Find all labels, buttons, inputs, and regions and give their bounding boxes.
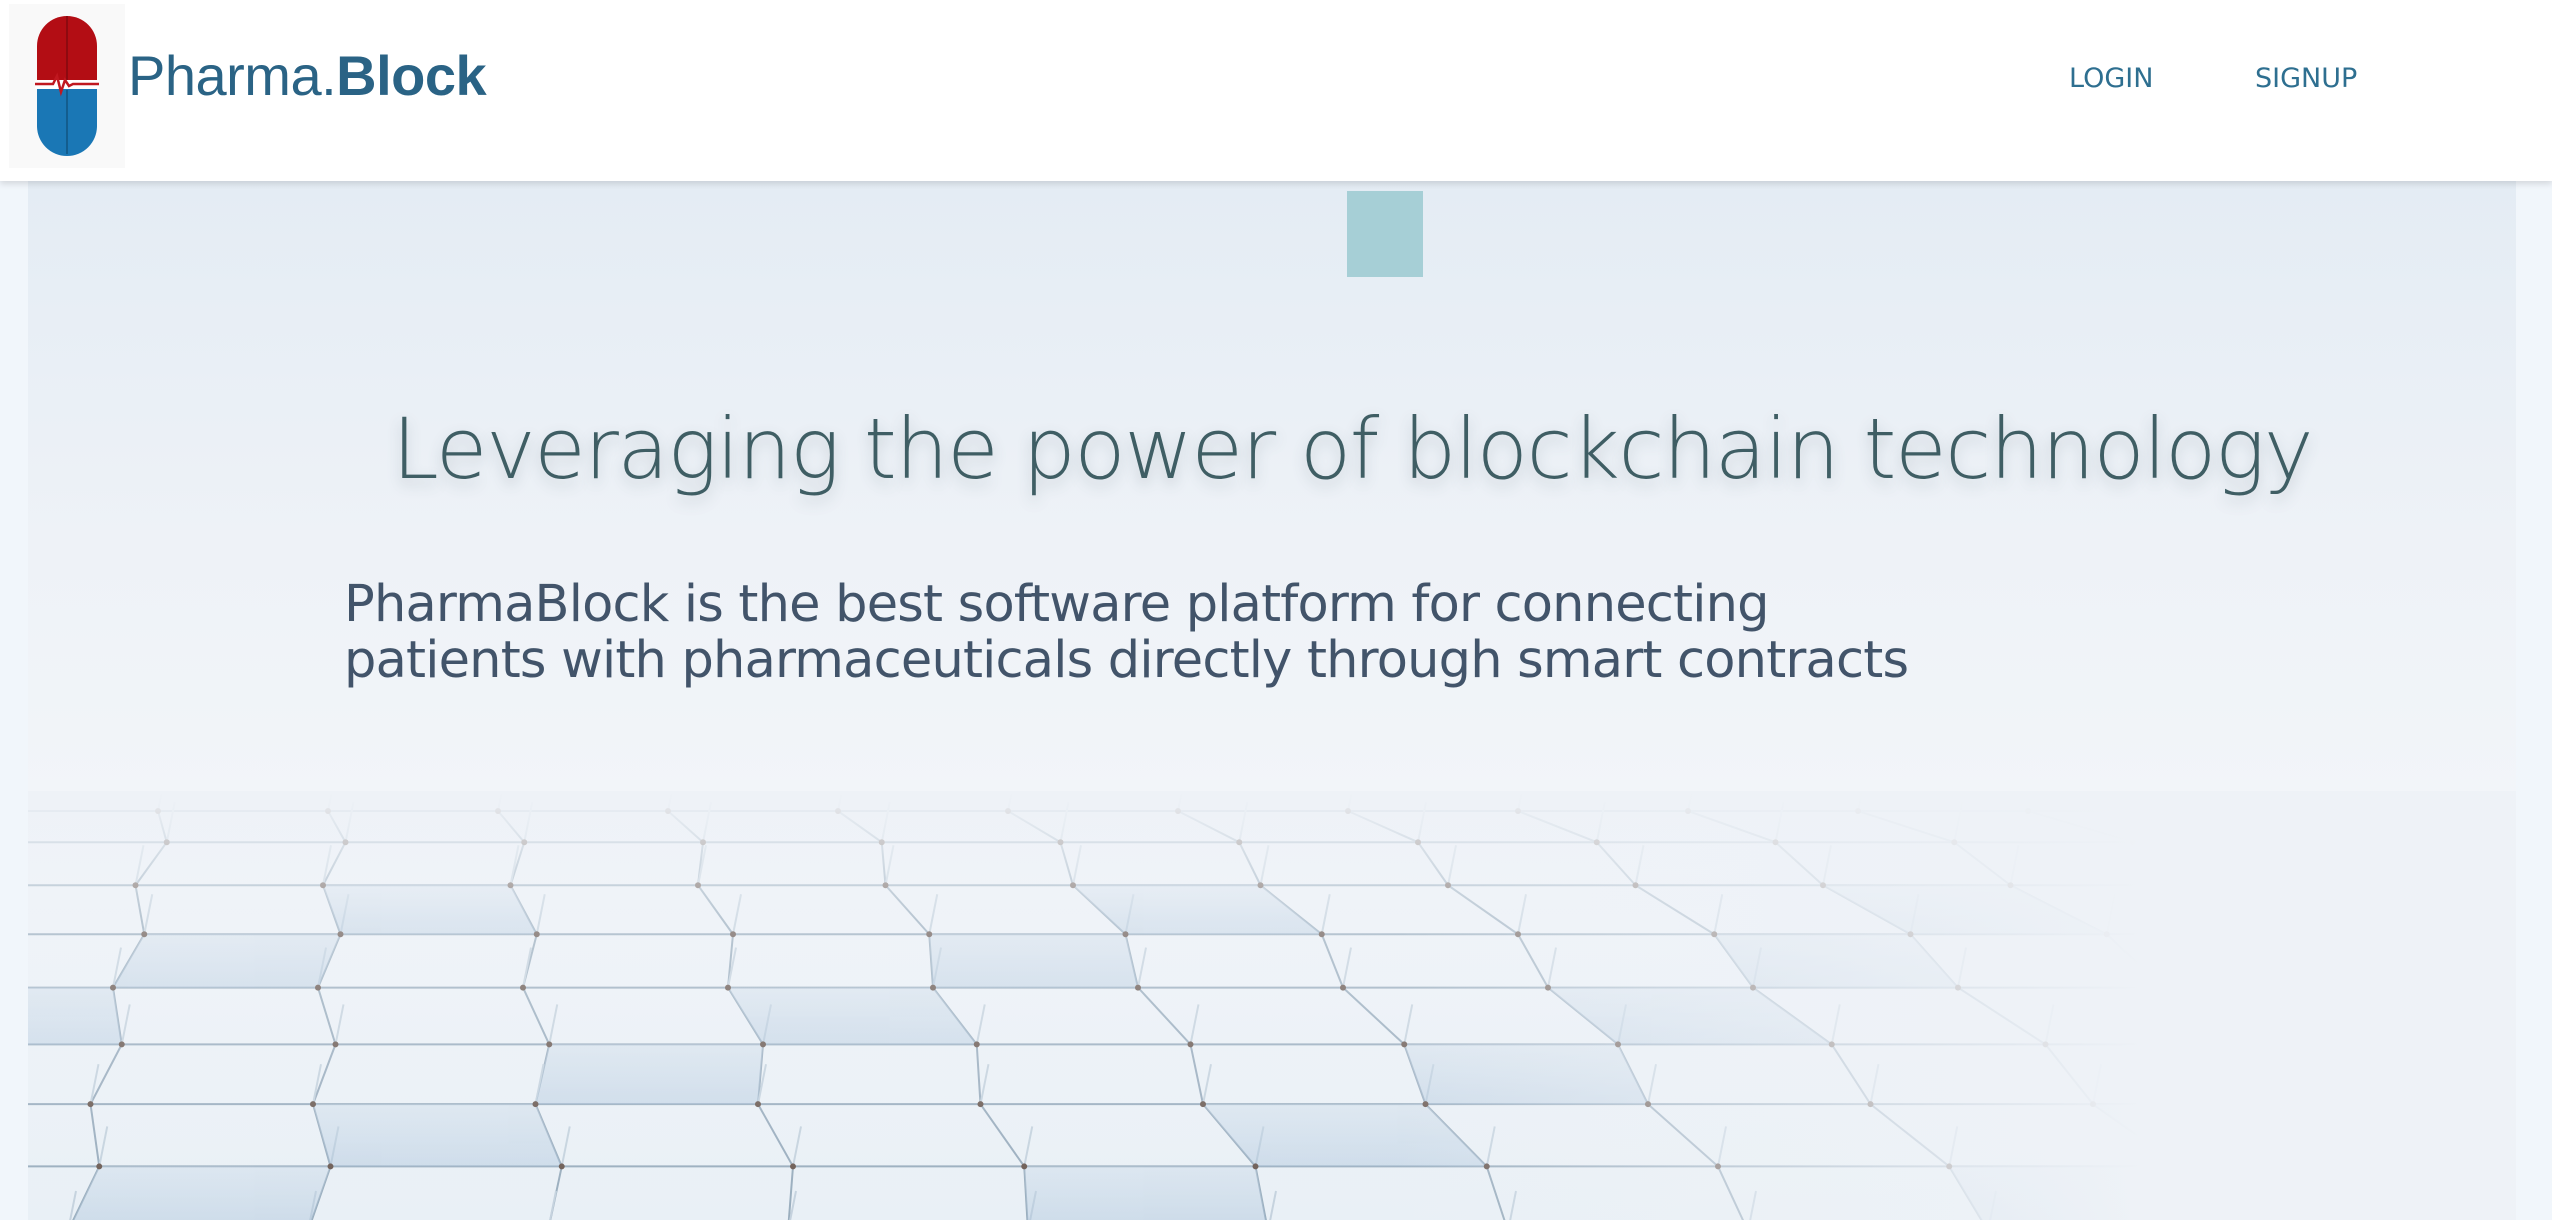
- hero-subtext-line1: PharmaBlock is the best software platfor…: [344, 575, 1770, 634]
- hero-right-edge: [2516, 181, 2552, 1220]
- nav-signup-link[interactable]: SIGNUP: [2255, 62, 2357, 96]
- hero-section: Leveraging the power of blockchain techn…: [28, 181, 2516, 1220]
- blockchain-grid-illustration: [28, 791, 2516, 1220]
- accent-square: [1347, 191, 1423, 277]
- pill-heartbeat-icon: [35, 16, 99, 156]
- top-navbar: Pharma.Block LOGIN SIGNUP: [0, 0, 2552, 181]
- hero-subtext-line2: patients with pharmaceuticals directly t…: [344, 631, 1909, 690]
- brand-name[interactable]: Pharma.Block: [128, 44, 487, 108]
- hero-subtext: PharmaBlock is the best software platfor…: [344, 577, 2044, 689]
- hero-left-edge: [0, 181, 28, 1220]
- logo[interactable]: [9, 4, 125, 168]
- brand-bold: Block: [336, 44, 487, 107]
- nav-login-link[interactable]: LOGIN: [2069, 62, 2153, 96]
- page: Pharma.Block LOGIN SIGNUP Leveraging the…: [0, 0, 2552, 1220]
- brand-light: Pharma.: [128, 44, 337, 107]
- hero-headline: Leveraging the power of blockchain techn…: [391, 400, 2314, 498]
